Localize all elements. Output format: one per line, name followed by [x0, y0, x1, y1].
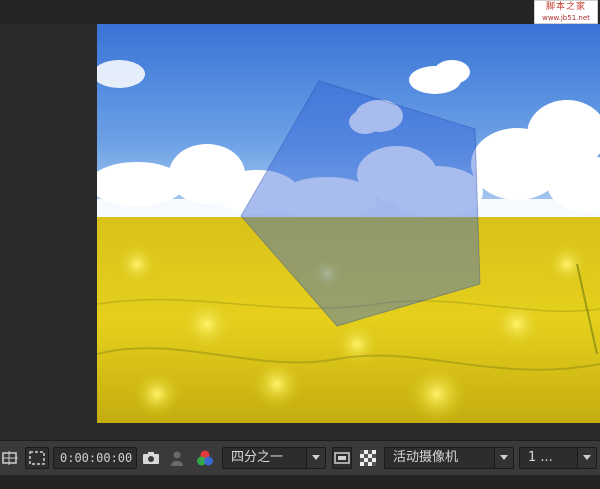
chevron-down-icon [494, 448, 513, 468]
camera-view-value: 活动摄像机 [393, 450, 459, 465]
color-channels-icon[interactable] [194, 447, 216, 469]
chevron-down-icon [577, 448, 596, 468]
camera-view-dropdown[interactable]: 活动摄像机 [384, 447, 514, 469]
view-layout-value: 1 ... [528, 450, 553, 465]
resolution-dropdown[interactable]: 四分之一 [222, 447, 326, 469]
viewer-toolbar: 0:00:00:00 四分之一 活动摄像机 1 ... [0, 440, 600, 475]
checkerboard-icon[interactable] [358, 447, 378, 469]
fast-previews-icon[interactable] [332, 447, 352, 469]
current-time-display[interactable]: 0:00:00:00 [53, 447, 137, 469]
watermark-title: 脚本之家 [545, 2, 586, 12]
snapshot-camera-icon[interactable] [141, 447, 161, 469]
chevron-down-icon [306, 448, 325, 468]
bottom-bar [0, 475, 600, 489]
watermark-logo: 脚本之家 www.jb51.net [534, 0, 598, 24]
top-bar [0, 0, 600, 24]
composition-viewer[interactable] [97, 24, 600, 423]
region-of-interest-icon[interactable] [0, 447, 20, 469]
transparency-grid-toggle-icon[interactable] [25, 447, 49, 469]
view-layout-dropdown[interactable]: 1 ... [519, 447, 597, 469]
resolution-value: 四分之一 [231, 450, 284, 465]
watermark-url: www.jb51.net [542, 14, 590, 22]
show-snapshot-icon[interactable] [168, 447, 186, 469]
composition-image [97, 24, 600, 423]
